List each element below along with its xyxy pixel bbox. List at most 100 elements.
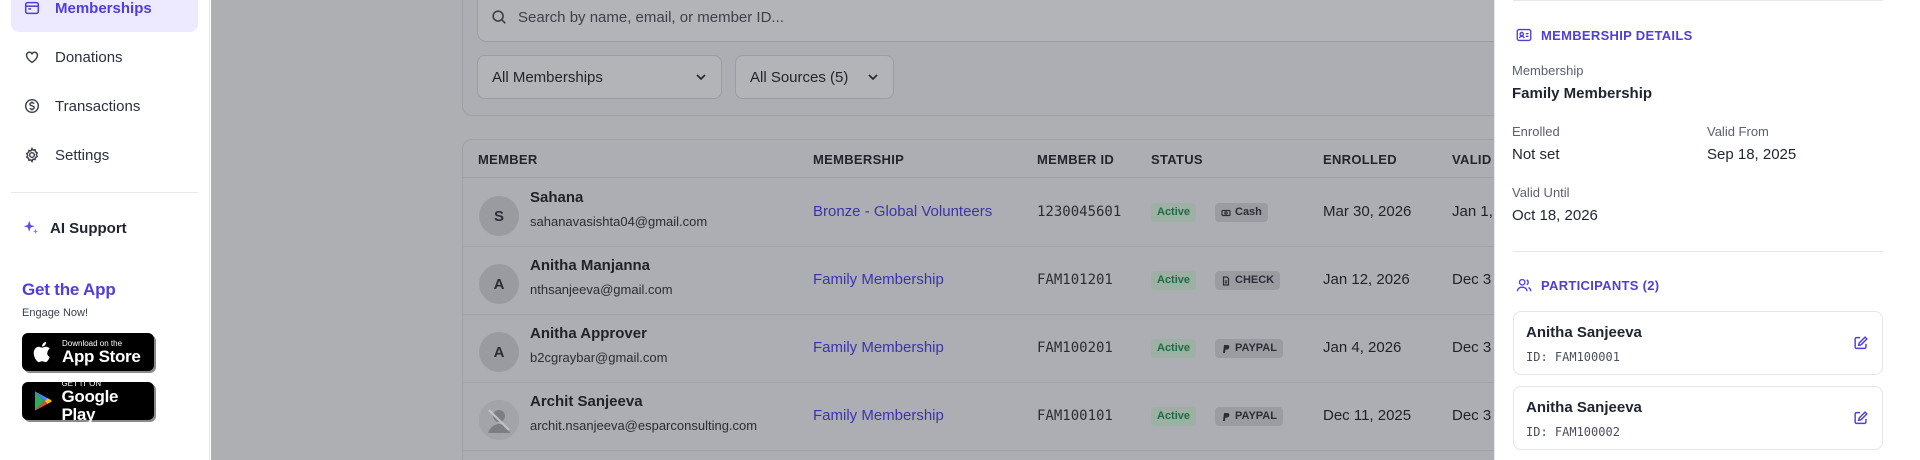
membership-value: Family Membership <box>1512 85 1653 102</box>
table-row[interactable]: A Anitha Approver b2cgraybar@gmail.com F… <box>463 315 1494 383</box>
column-valid[interactable]: VALID <box>1452 152 1492 167</box>
status-badge: Active <box>1151 339 1197 358</box>
ai-support-label: AI Support <box>50 219 127 237</box>
valid-date: Dec 3 <box>1452 271 1492 288</box>
apple-icon <box>33 342 50 363</box>
sidebar-item-label: Donations <box>55 48 123 66</box>
membership-link[interactable]: Family Membership <box>813 271 944 288</box>
member-name: Archit Sanjeeva <box>530 393 643 410</box>
status-badge: Active <box>1151 407 1197 426</box>
paypal-icon <box>1223 412 1230 421</box>
section-title: PARTICIPANTS (2) <box>1541 277 1660 293</box>
member-email: archit.nsanjeeva@esparconsulting.com <box>530 418 758 433</box>
app-store-big: App Store <box>62 346 141 366</box>
sidebar: Memberships Donations Transactions Setti… <box>0 0 210 460</box>
status-badge: Active <box>1151 271 1197 290</box>
panel-divider <box>1513 251 1883 252</box>
participant-name: Anitha Sanjeeva <box>1526 399 1642 416</box>
membership-details-heading: MEMBERSHIP DETAILS <box>1515 26 1693 44</box>
user-photo-icon <box>479 400 519 440</box>
member-id: FAM100101 <box>1037 408 1113 424</box>
sidebar-item-memberships[interactable]: Memberships <box>11 0 198 32</box>
member-id: FAM100201 <box>1037 340 1113 356</box>
member-name: Anitha Manjanna <box>530 257 651 274</box>
id-card-icon <box>1516 28 1532 42</box>
valid-date: Jan 1, <box>1452 203 1493 220</box>
source-label: Cash <box>1235 206 1262 218</box>
sidebar-item-donations[interactable]: Donations <box>11 33 198 81</box>
membership-link[interactable]: Bronze - Global Volunteers <box>813 203 992 220</box>
table-row[interactable]: Archit Sanjeeva archit.nsanjeeva@esparco… <box>463 383 1494 451</box>
column-member[interactable]: MEMBER <box>478 152 538 167</box>
participant-card: Anitha Sanjeeva ID: FAM100001 <box>1513 311 1883 375</box>
sidebar-item-label: Settings <box>55 146 110 164</box>
enrolled-date: Jan 12, 2026 <box>1323 271 1410 288</box>
member-name: Sahana <box>530 189 584 206</box>
avatar: A <box>479 332 519 372</box>
sparkle-icon <box>23 220 39 234</box>
google-play-button[interactable]: GET IT ON Google Play <box>22 379 154 423</box>
source-label: PAYPAL <box>1235 410 1277 422</box>
sidebar-item-label: Transactions <box>55 97 141 115</box>
table-header: MEMBER MEMBERSHIP MEMBER ID STATUS ENROL… <box>463 140 1494 178</box>
valid-until-label: Valid Until <box>1512 185 1570 200</box>
source-badge: Cash <box>1215 203 1268 222</box>
membership-link[interactable]: Family Membership <box>813 407 944 424</box>
search-placeholder: Search by name, email, or member ID... <box>518 8 784 26</box>
valid-from-value: Sep 18, 2025 <box>1707 146 1797 163</box>
sidebar-item-settings[interactable]: Settings <box>11 131 198 179</box>
google-play-icon <box>34 391 52 411</box>
ai-support-button[interactable]: AI Support <box>22 219 127 237</box>
valid-date: Dec 3 <box>1452 339 1492 356</box>
main-content-overlay: Search by name, email, or member ID... A… <box>211 0 1494 460</box>
search-icon <box>492 10 506 24</box>
heart-icon <box>25 51 39 64</box>
source-label: CHECK <box>1235 274 1275 286</box>
section-title: MEMBERSHIP DETAILS <box>1541 27 1693 43</box>
avatar <box>479 400 519 440</box>
member-id: FAM101201 <box>1037 272 1113 288</box>
edit-icon[interactable] <box>1852 409 1870 427</box>
member-name: Anitha Approver <box>530 325 647 342</box>
valid-until-value: Oct 18, 2026 <box>1512 207 1598 224</box>
source-filter-dropdown[interactable]: All Sources (5) <box>735 55 894 99</box>
enrolled-date: Mar 30, 2026 <box>1323 203 1412 220</box>
participant-id: ID: FAM100001 <box>1526 350 1620 364</box>
participant-card: Anitha Sanjeeva ID: FAM100002 <box>1513 386 1883 450</box>
column-member-id[interactable]: MEMBER ID <box>1037 152 1114 167</box>
users-icon <box>1516 278 1532 292</box>
app-store-button[interactable]: Download on the App Store <box>22 333 154 371</box>
calendar-card-icon <box>24 1 40 15</box>
column-membership[interactable]: MEMBERSHIP <box>813 152 904 167</box>
enrolled-label: Enrolled <box>1512 124 1560 139</box>
membership-label: Membership <box>1512 63 1584 78</box>
membership-filter-dropdown[interactable]: All Memberships <box>477 55 722 99</box>
column-status[interactable]: STATUS <box>1151 152 1203 167</box>
search-input[interactable]: Search by name, email, or member ID... <box>477 0 1494 42</box>
source-badge: PAYPAL <box>1215 407 1283 426</box>
participant-id: ID: FAM100002 <box>1526 425 1620 439</box>
paypal-icon <box>1223 344 1230 353</box>
google-play-big: Google Play <box>61 386 119 424</box>
column-enrolled[interactable]: ENROLLED <box>1323 152 1397 167</box>
source-badge: PAYPAL <box>1215 339 1283 358</box>
gear-icon <box>25 146 39 164</box>
enrolled-date: Dec 11, 2025 <box>1323 407 1412 424</box>
panel-divider <box>1513 0 1883 1</box>
membership-link[interactable]: Family Membership <box>813 339 944 356</box>
source-badge: CHECK <box>1215 271 1281 290</box>
sidebar-item-transactions[interactable]: Transactions <box>11 82 198 130</box>
edit-icon[interactable] <box>1852 334 1870 352</box>
table-row[interactable]: A Anitha Manjanna nthsanjeeva@gmail.com … <box>463 247 1494 315</box>
avatar: A <box>479 264 519 304</box>
participant-name: Anitha Sanjeeva <box>1526 324 1642 341</box>
document-icon <box>1222 275 1230 286</box>
source-label: PAYPAL <box>1235 342 1277 354</box>
valid-date: Dec 3 <box>1452 407 1492 424</box>
get-app-title: Get the App <box>22 280 116 299</box>
cash-icon <box>1221 209 1231 216</box>
member-id: 1230045601 <box>1037 204 1122 220</box>
table-row[interactable]: S Sahana sahanavasishta04@gmail.com Bron… <box>463 179 1494 247</box>
source-filter-value: All Sources (5) <box>750 68 849 86</box>
sidebar-item-label: Memberships <box>55 0 152 17</box>
